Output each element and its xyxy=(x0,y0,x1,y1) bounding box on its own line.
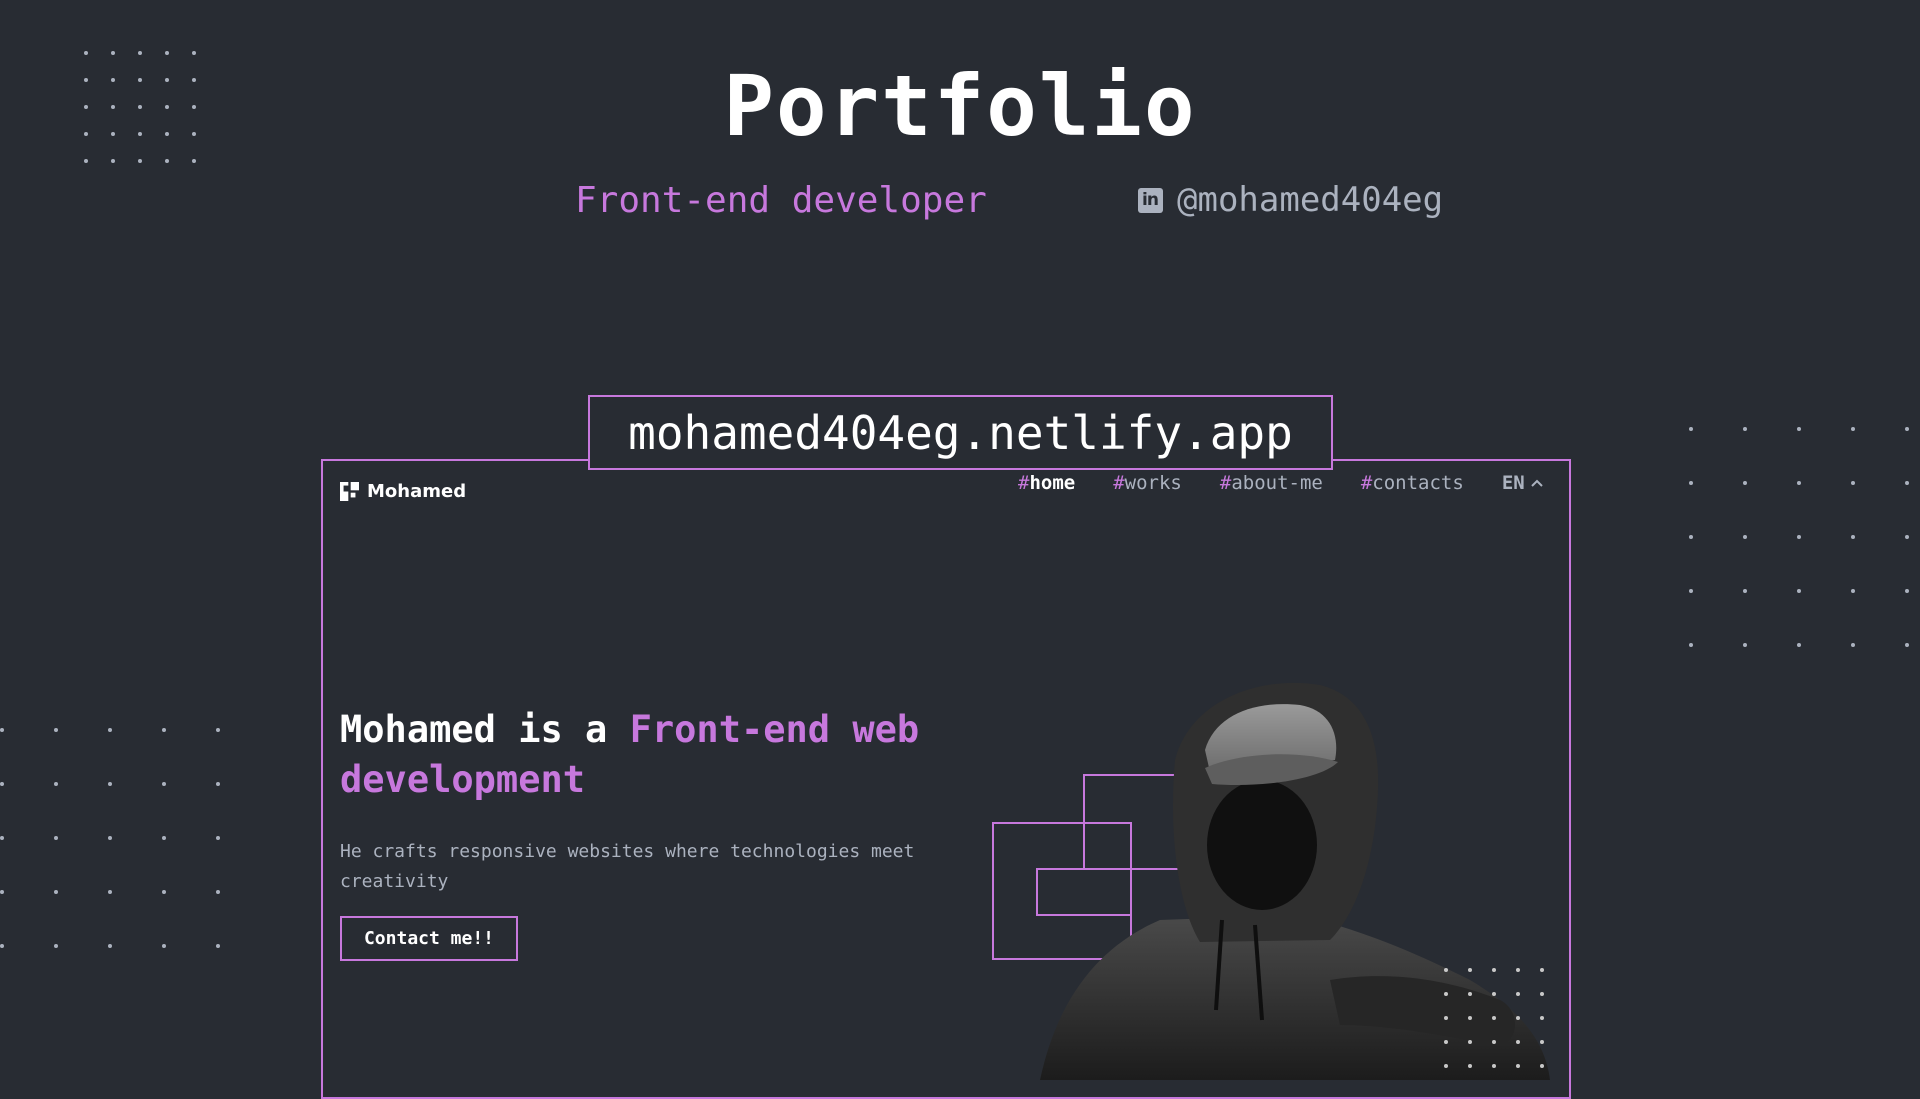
role-subtitle: Front-end developer xyxy=(575,180,987,221)
handle-text: @mohamed404eg xyxy=(1177,180,1444,220)
site-url-text: mohamed404eg.netlify.app xyxy=(628,405,1293,460)
logo-icon xyxy=(340,482,359,501)
site-nav: #home #works #about-me #contacts EN xyxy=(1018,472,1543,494)
nav-home[interactable]: #home xyxy=(1018,472,1075,494)
profile-photo xyxy=(1040,682,1550,1080)
contact-me-button[interactable]: Contact me!! xyxy=(340,916,518,961)
site-logo-text: Mohamed xyxy=(367,481,467,502)
nav-contacts[interactable]: #contacts xyxy=(1361,472,1464,494)
hero-description: He crafts responsive websites where tech… xyxy=(340,841,915,892)
nav-about-me[interactable]: #about-me xyxy=(1220,472,1323,494)
site-url-label[interactable]: mohamed404eg.netlify.app xyxy=(588,395,1333,470)
language-selector[interactable]: EN xyxy=(1502,472,1543,494)
site-logo[interactable]: Mohamed xyxy=(340,481,466,502)
linkedin-icon: in xyxy=(1138,187,1163,213)
linkedin-handle[interactable]: in @mohamed404eg xyxy=(1138,180,1443,220)
chevron-up-icon xyxy=(1530,479,1543,487)
dot-grid-left xyxy=(0,728,222,948)
hero-headline: Mohamed is a Front-end web development xyxy=(340,705,1000,805)
language-label: EN xyxy=(1501,472,1525,494)
hero-headline-text: Mohamed is a xyxy=(340,708,630,751)
page-title: Portfolio xyxy=(723,57,1197,155)
nav-works[interactable]: #works xyxy=(1113,472,1182,494)
dot-grid-right xyxy=(1689,427,1920,647)
